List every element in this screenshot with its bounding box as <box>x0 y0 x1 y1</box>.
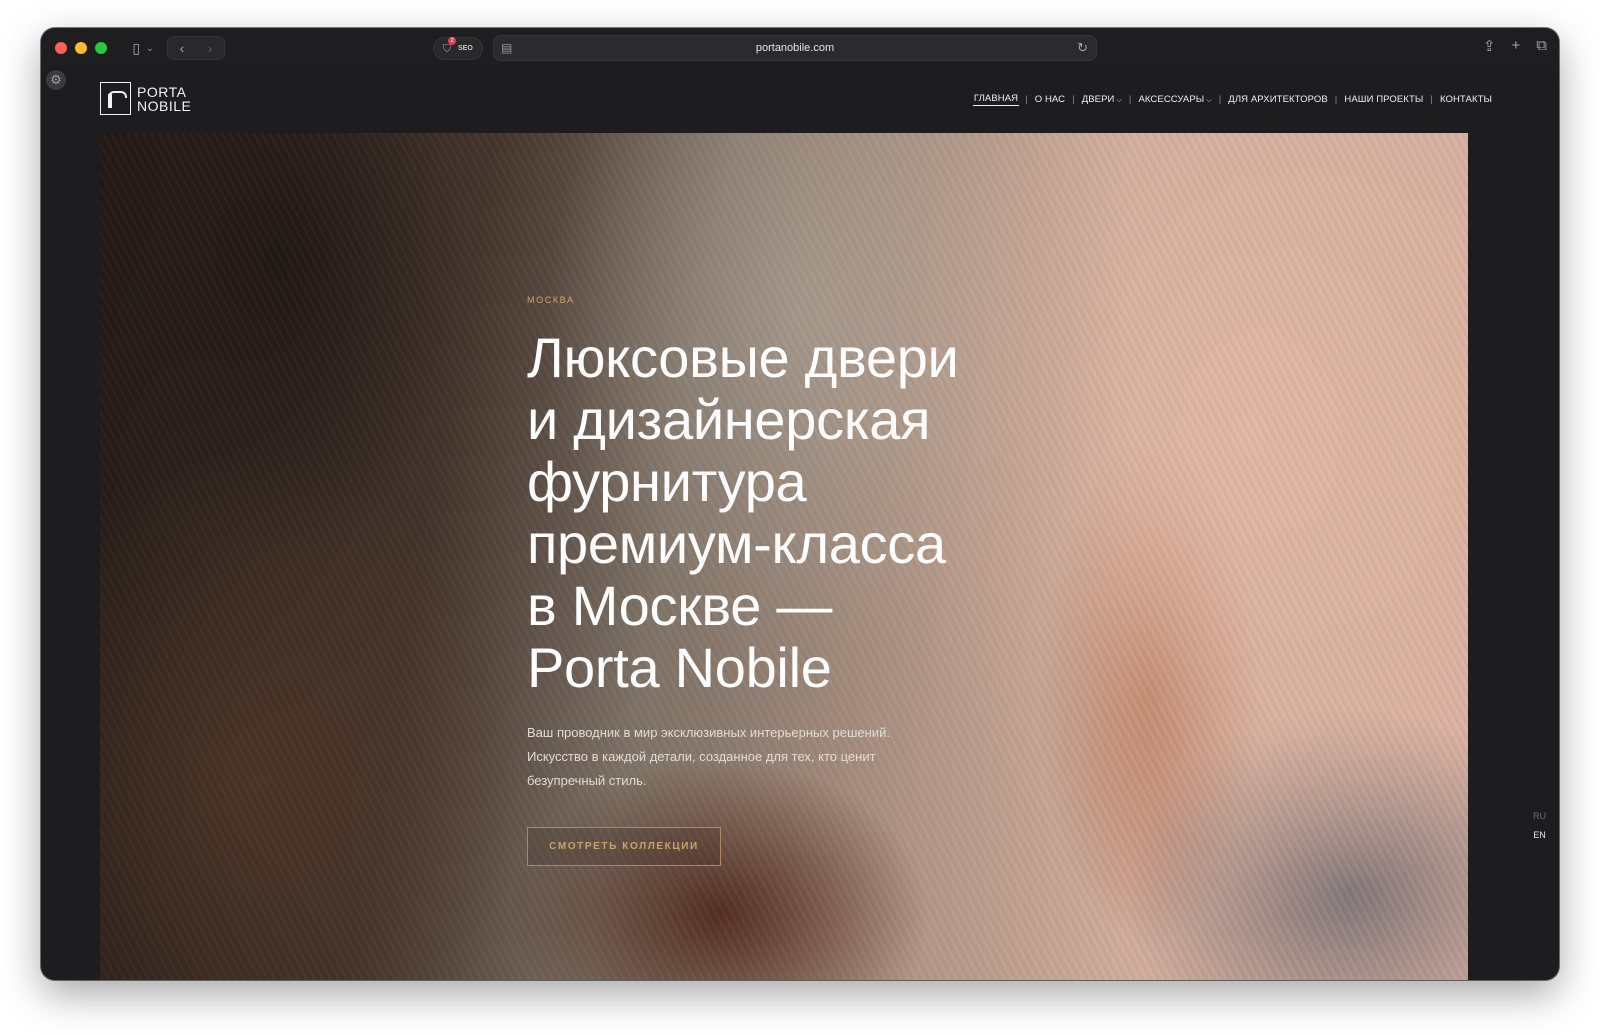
toolbar-right-actions: ⇪ + ⧉ <box>1483 37 1547 55</box>
nav-item-accessories[interactable]: АКСЕССУАРЫ ⌵ <box>1137 94 1212 105</box>
new-tab-icon[interactable]: + <box>1512 37 1521 55</box>
address-bar[interactable]: ▤ portanobile.com ↻ <box>493 35 1097 61</box>
nav-item-architects[interactable]: ДЛЯ АРХИТЕКТОРОВ <box>1227 94 1328 105</box>
nav-item-projects[interactable]: НАШИ ПРОЕКТЫ <box>1343 94 1424 105</box>
hero-section: МОСКВА Люксовые двери и дизайнерская фур… <box>100 133 1468 980</box>
nav-separator: | <box>1430 94 1433 105</box>
chevron-down-icon: ⌄ <box>146 42 154 53</box>
window-controls <box>55 42 107 54</box>
extension-label: SEO <box>458 45 473 52</box>
site-logo[interactable]: PORTA NOBILE <box>100 82 191 115</box>
tab-overview-icon[interactable]: ⧉ <box>1536 37 1547 55</box>
url-text: portanobile.com <box>755 42 835 54</box>
extension-shield-icon: ⛉ 2 <box>440 36 456 56</box>
hero-description: Ваш проводник в мир эксклюзивных интерье… <box>527 725 890 788</box>
chevron-down-icon: ⌵ <box>1116 97 1122 104</box>
nav-item-doors[interactable]: ДВЕРИ ⌵ <box>1081 94 1123 105</box>
nav-separator: | <box>1128 94 1132 105</box>
zoom-window-button[interactable] <box>95 42 107 54</box>
nav-separator: | <box>1025 94 1028 105</box>
back-button[interactable]: ‹ <box>168 40 196 56</box>
language-option-en[interactable]: EN <box>1533 826 1546 845</box>
extension-badge: 2 <box>448 36 456 45</box>
sidebar-toggle-button[interactable]: ▯ ⌄ <box>114 36 172 60</box>
browser-window: ▯ ⌄ ‹ › ⛉ 2 SEO ▤ portanobile.com ↻ ⇪ + … <box>41 28 1559 980</box>
main-navigation: ГЛАВНАЯ | О НАС | ДВЕРИ ⌵ | АКСЕССУАРЫ ⌵ |… <box>972 93 1493 106</box>
browser-toolbar: ▯ ⌄ ‹ › ⛉ 2 SEO ▤ portanobile.com ↻ ⇪ + … <box>41 28 1559 68</box>
web-page: ⚙ PORTA NOBILE ГЛАВНАЯ | О НАС | ДВЕРИ ⌵ … <box>41 68 1559 980</box>
hero-eyebrow: МОСКВА <box>527 295 575 305</box>
forward-button[interactable]: › <box>196 40 224 56</box>
logo-line-1: PORTA <box>137 83 187 100</box>
logo-line-2: NOBILE <box>137 97 192 114</box>
close-window-button[interactable] <box>55 42 67 54</box>
nav-separator: | <box>1072 94 1075 105</box>
hero-title: Люксовые двери и дизайнерская фурнитура … <box>527 326 959 699</box>
language-switcher: RU EN <box>1533 807 1546 845</box>
share-icon[interactable]: ⇪ <box>1483 37 1496 55</box>
nav-separator: | <box>1218 94 1222 105</box>
view-collections-button[interactable]: СМОТРЕТЬ КОЛЛЕКЦИИ <box>527 827 721 866</box>
minimize-window-button[interactable] <box>75 42 87 54</box>
seo-extension-button[interactable]: ⛉ 2 SEO <box>433 36 483 60</box>
history-navigation: ‹ › <box>167 36 225 60</box>
reload-icon[interactable]: ↻ <box>1077 40 1088 56</box>
logo-mark-icon <box>100 82 131 115</box>
nav-item-contacts[interactable]: КОНТАКТЫ <box>1439 94 1493 105</box>
chevron-down-icon: ⌵ <box>1206 97 1212 104</box>
nav-item-home[interactable]: ГЛАВНАЯ <box>972 93 1020 106</box>
nav-separator: | <box>1334 94 1338 105</box>
gear-icon[interactable]: ⚙ <box>46 70 66 90</box>
nav-item-about[interactable]: О НАС <box>1034 94 1066 105</box>
language-option-ru[interactable]: RU <box>1533 807 1546 826</box>
hero-content: МОСКВА Люксовые двери и дизайнерская фур… <box>527 295 1047 866</box>
sidebar-icon: ▯ <box>132 39 141 56</box>
